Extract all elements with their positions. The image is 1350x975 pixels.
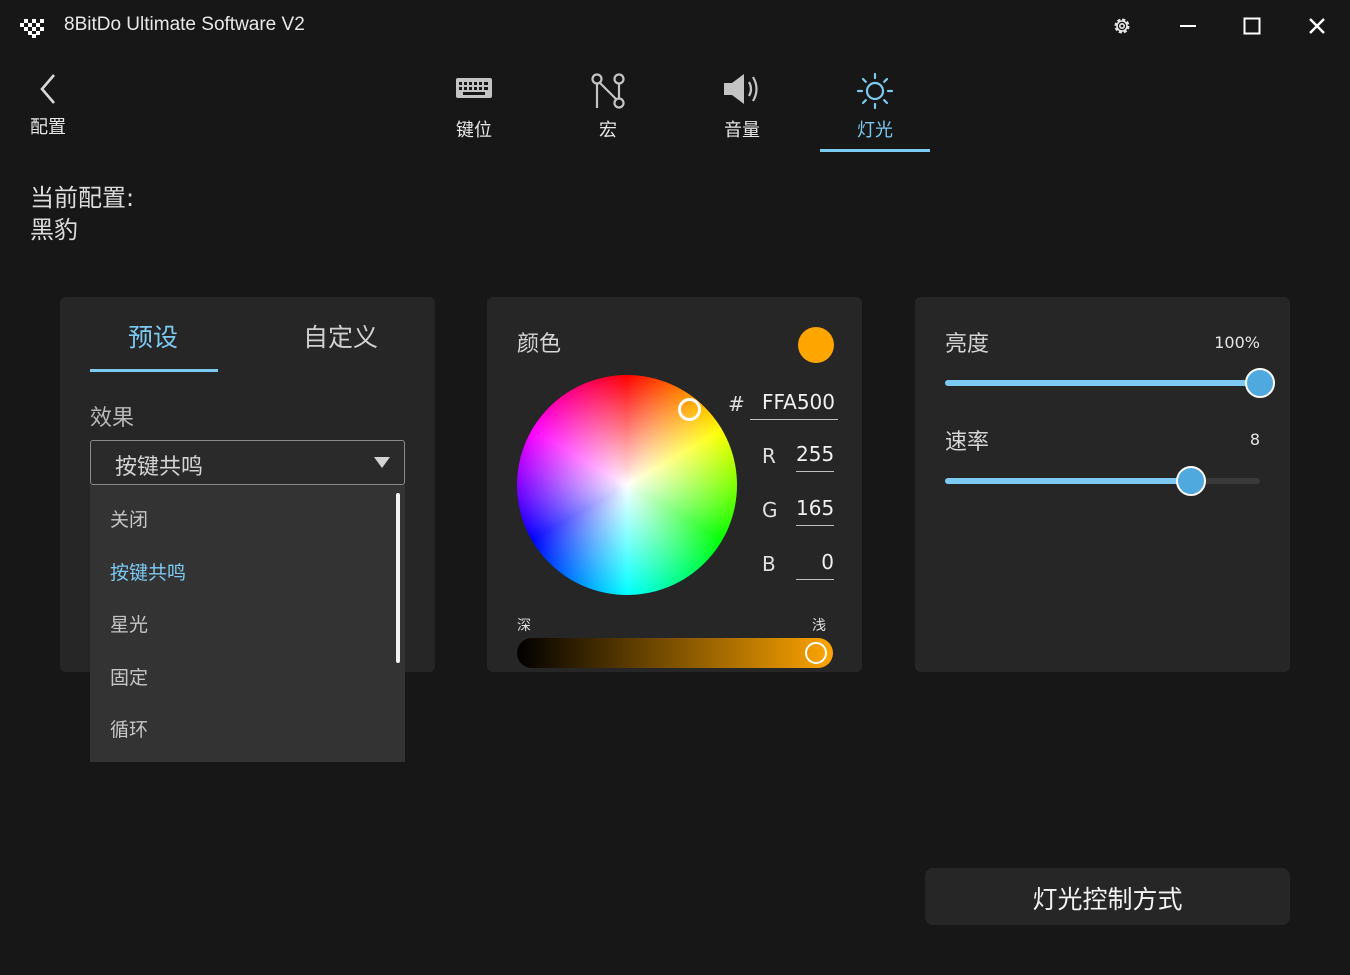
maximize-icon	[1243, 17, 1261, 35]
effect-dropdown: 关闭 按键共鸣 星光 固定 循环	[90, 485, 405, 762]
light-control-button[interactable]: 灯光控制方式	[925, 868, 1290, 925]
macro-icon	[591, 73, 625, 109]
effect-option-starlight[interactable]: 星光	[110, 610, 148, 637]
tab-lighting[interactable]: 灯光	[820, 68, 930, 152]
shade-slider-handle[interactable]	[805, 642, 827, 664]
speed-slider-handle[interactable]	[1175, 466, 1206, 496]
speed-label: 速率	[945, 430, 990, 455]
effect-option-fixed[interactable]: 固定	[110, 663, 148, 690]
dropdown-scrollbar[interactable]	[396, 493, 400, 663]
tab-volume[interactable]: 音量	[687, 68, 797, 152]
effect-select[interactable]: 按键共鸣	[90, 440, 405, 485]
current-profile-label: 当前配置:	[30, 184, 135, 212]
app-title: 8BitDo Ultimate Software V2	[64, 14, 305, 35]
brightness-value: 100%	[1214, 333, 1260, 352]
brightness-label: 亮度	[945, 332, 990, 357]
green-input[interactable]: 165	[796, 496, 834, 526]
preset-tab-indicator	[90, 369, 218, 372]
tab-preset[interactable]: 预设	[128, 318, 178, 354]
color-swatch	[798, 327, 834, 363]
color-title: 颜色	[517, 332, 562, 357]
effect-title: 效果	[90, 406, 135, 431]
tab-keymap-label: 键位	[456, 120, 492, 141]
hex-input[interactable]: FFA500	[750, 390, 838, 420]
light-control-button-label: 灯光控制方式	[1032, 885, 1183, 914]
effect-option-key-resonance[interactable]: 按键共鸣	[110, 558, 186, 585]
speed-value: 8	[1249, 430, 1260, 449]
minimize-button[interactable]	[1168, 8, 1208, 44]
tab-custom[interactable]: 自定义	[303, 318, 378, 354]
brightness-fill	[945, 380, 1260, 386]
brightness-slider[interactable]	[945, 380, 1260, 386]
shade-dark-label: 深	[517, 618, 531, 634]
active-tab-indicator	[820, 149, 930, 152]
red-input[interactable]: 255	[796, 442, 834, 472]
close-icon	[1309, 18, 1325, 34]
tab-macro-label: 宏	[599, 120, 617, 141]
settings-button[interactable]	[1102, 8, 1142, 44]
sun-icon	[856, 72, 894, 110]
color-wheel-handle[interactable]	[678, 398, 701, 421]
keyboard-icon	[456, 78, 492, 98]
minimize-icon	[1180, 25, 1196, 27]
close-button[interactable]	[1297, 8, 1337, 44]
caret-down-icon	[374, 457, 390, 468]
speed-fill	[945, 478, 1191, 484]
shade-light-label: 浅	[812, 618, 826, 634]
back-button[interactable]: 配置	[30, 70, 90, 140]
tab-lighting-label: 灯光	[857, 120, 893, 141]
tab-macro[interactable]: 宏	[553, 68, 663, 152]
maximize-button[interactable]	[1232, 8, 1272, 44]
speed-slider[interactable]	[945, 478, 1260, 484]
back-label: 配置	[30, 117, 66, 138]
chevron-left-icon	[40, 74, 55, 104]
shade-slider[interactable]	[517, 638, 833, 668]
blue-label: B	[762, 552, 776, 576]
current-profile-name: 黑豹	[30, 216, 78, 244]
effect-option-cycle[interactable]: 循环	[110, 715, 148, 742]
tab-volume-label: 音量	[724, 120, 760, 141]
speaker-icon	[724, 74, 758, 104]
effect-option-off[interactable]: 关闭	[110, 505, 148, 532]
effect-select-value: 按键共鸣	[115, 455, 204, 480]
brightness-slider-handle[interactable]	[1245, 368, 1275, 398]
green-label: G	[762, 498, 778, 522]
color-wheel[interactable]	[517, 375, 737, 595]
hex-hash-label: #	[728, 392, 745, 416]
tab-keymap[interactable]: 键位	[419, 68, 529, 152]
blue-input[interactable]: 0	[796, 550, 834, 580]
8bitdo-logo-icon	[20, 19, 44, 38]
red-label: R	[762, 444, 776, 468]
gear-icon	[1114, 18, 1130, 34]
